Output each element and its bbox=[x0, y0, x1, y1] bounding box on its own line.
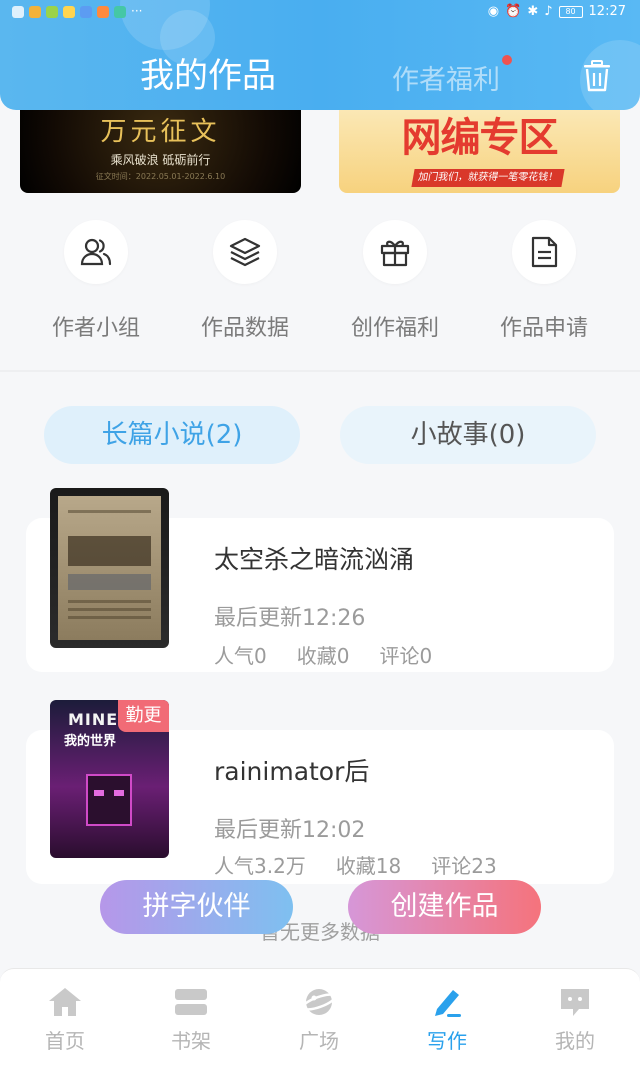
action-creation-welfare[interactable]: 创作福利 bbox=[320, 220, 470, 342]
notification-dot bbox=[502, 55, 512, 65]
work-cover[interactable] bbox=[50, 488, 169, 648]
banner-date: 征文时间：2022.05.01-2022.6.10 bbox=[95, 172, 226, 181]
bookshelf-icon bbox=[146, 985, 236, 1019]
users-icon bbox=[64, 220, 128, 284]
tab-long-novel[interactable]: 长篇小说(2) bbox=[44, 406, 300, 464]
nav-item-home[interactable]: 首页 bbox=[20, 985, 110, 1054]
profile-chat-icon bbox=[530, 985, 620, 1019]
document-icon bbox=[512, 220, 576, 284]
work-last-updated: 最后更新12:26 bbox=[214, 606, 366, 631]
work-stats: 人气0 收藏0 评论0 bbox=[214, 640, 462, 669]
action-work-application[interactable]: 作品申请 bbox=[469, 220, 619, 342]
nav-item-bookshelf[interactable]: 书架 bbox=[146, 985, 236, 1054]
action-label: 创作福利 bbox=[350, 316, 439, 341]
no-more-data: 暂无更多数据 bbox=[260, 920, 380, 944]
bottom-nav: 首页 书架 广场 写作 我的 bbox=[0, 968, 640, 1066]
action-work-data[interactable]: 作品数据 bbox=[170, 220, 320, 342]
nav-item-mine[interactable]: 我的 bbox=[530, 985, 620, 1054]
eye-icon: ◉ bbox=[487, 4, 500, 19]
work-comments: 评论23 bbox=[431, 854, 497, 878]
alarm-icon: ⏰ bbox=[505, 4, 522, 19]
trash-icon[interactable] bbox=[582, 60, 612, 92]
bluetooth-icon: ✱ bbox=[527, 4, 539, 19]
work-favorites: 收藏18 bbox=[335, 854, 402, 878]
battery-icon: 80 bbox=[558, 5, 583, 18]
pen-icon bbox=[402, 985, 492, 1019]
action-label: 作者小组 bbox=[51, 316, 140, 341]
mute-icon: ♪ bbox=[544, 4, 553, 19]
cover-subtitle: 我的世界 bbox=[64, 734, 117, 749]
app-notification-icon bbox=[63, 6, 75, 18]
nav-label: 首页 bbox=[45, 1029, 85, 1053]
wifi-icon bbox=[12, 6, 24, 18]
status-time: 12:27 bbox=[588, 4, 626, 19]
nav-label: 写作 bbox=[427, 1029, 467, 1053]
banner-title: 网编专区 bbox=[401, 115, 559, 161]
more-icon: ··· bbox=[131, 4, 143, 18]
enderman-figure bbox=[86, 774, 132, 826]
app-notification-icon bbox=[29, 6, 41, 18]
app-notification-icon bbox=[46, 6, 58, 18]
quick-actions: 作者小组 作品数据 创作福利 作品申请 bbox=[0, 200, 640, 370]
app-notification-icon bbox=[80, 6, 92, 18]
work-title[interactable]: rainimator后 bbox=[214, 752, 369, 788]
action-label: 作品申请 bbox=[499, 316, 588, 341]
section-divider bbox=[0, 370, 640, 372]
status-bar: ··· ◉ ⏰ ✱ ♪ 80 12:27 bbox=[0, 4, 640, 24]
work-popularity: 人气3.2万 bbox=[214, 854, 306, 878]
work-comments: 评论0 bbox=[379, 644, 433, 668]
nav-label: 书架 bbox=[171, 1029, 211, 1053]
badge-frequent-update: 勤更 bbox=[118, 700, 169, 732]
app-notification-icon bbox=[97, 6, 109, 18]
work-popularity: 人气0 bbox=[214, 644, 267, 668]
app-notification-icon bbox=[114, 6, 126, 18]
home-icon bbox=[20, 985, 110, 1019]
app-header: ··· ◉ ⏰ ✱ ♪ 80 12:27 我的作品 作者福利 bbox=[0, 0, 640, 110]
tab-author-welfare[interactable]: 作者福利 bbox=[392, 58, 500, 97]
banner-strip: 加门我们，就获得一笔零花钱！ bbox=[411, 169, 565, 187]
action-label: 作品数据 bbox=[200, 316, 289, 341]
nav-label: 广场 bbox=[299, 1029, 339, 1053]
typing-partner-button[interactable]: 拼字伙伴 bbox=[100, 880, 293, 934]
nav-item-write[interactable]: 写作 bbox=[402, 985, 492, 1054]
work-stats: 人气3.2万 收藏18 评论23 bbox=[214, 850, 527, 879]
work-title[interactable]: 太空杀之暗流汹涌 bbox=[214, 540, 414, 576]
work-favorites: 收藏0 bbox=[296, 644, 350, 668]
page-title[interactable]: 我的作品 bbox=[140, 48, 276, 97]
create-work-button[interactable]: 创建作品 bbox=[348, 880, 541, 934]
banner-editor-zone[interactable]: 网编专区 加门我们，就获得一笔零花钱！ bbox=[339, 105, 620, 193]
gift-icon bbox=[363, 220, 427, 284]
tab-short-story[interactable]: 小故事(0) bbox=[340, 406, 596, 464]
nav-label: 我的 bbox=[555, 1029, 595, 1053]
layers-icon bbox=[213, 220, 277, 284]
banner-title: 万元征文 bbox=[100, 117, 221, 147]
action-author-group[interactable]: 作者小组 bbox=[21, 220, 171, 342]
work-last-updated: 最后更新12:02 bbox=[214, 818, 366, 843]
banner-essay-contest[interactable]: 万元征文 乘风破浪 砥砺前行 征文时间：2022.05.01-2022.6.10 bbox=[20, 105, 301, 193]
banner-subtitle: 乘风破浪 砥砺前行 bbox=[110, 153, 211, 167]
planet-icon bbox=[274, 985, 364, 1019]
nav-item-square[interactable]: 广场 bbox=[274, 985, 364, 1054]
